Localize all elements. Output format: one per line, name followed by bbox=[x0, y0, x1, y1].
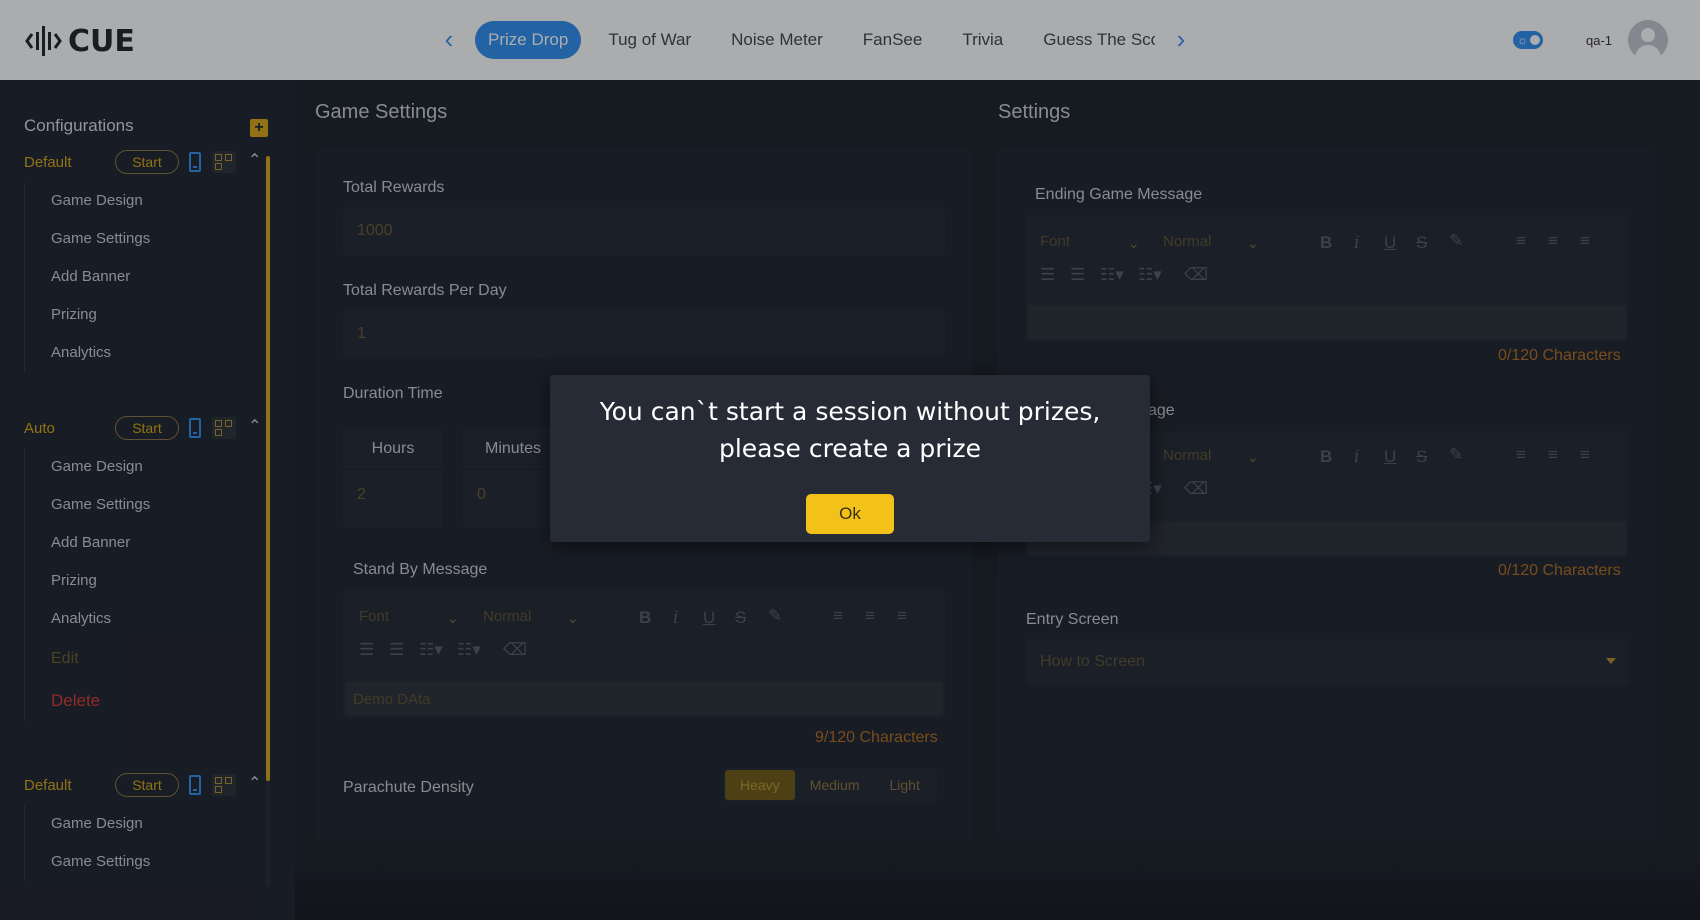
ok-button[interactable]: Ok bbox=[806, 494, 894, 534]
alert-dialog: You can`t start a session without prizes… bbox=[550, 375, 1150, 542]
alert-message: You can`t start a session without prizes… bbox=[599, 397, 1101, 463]
